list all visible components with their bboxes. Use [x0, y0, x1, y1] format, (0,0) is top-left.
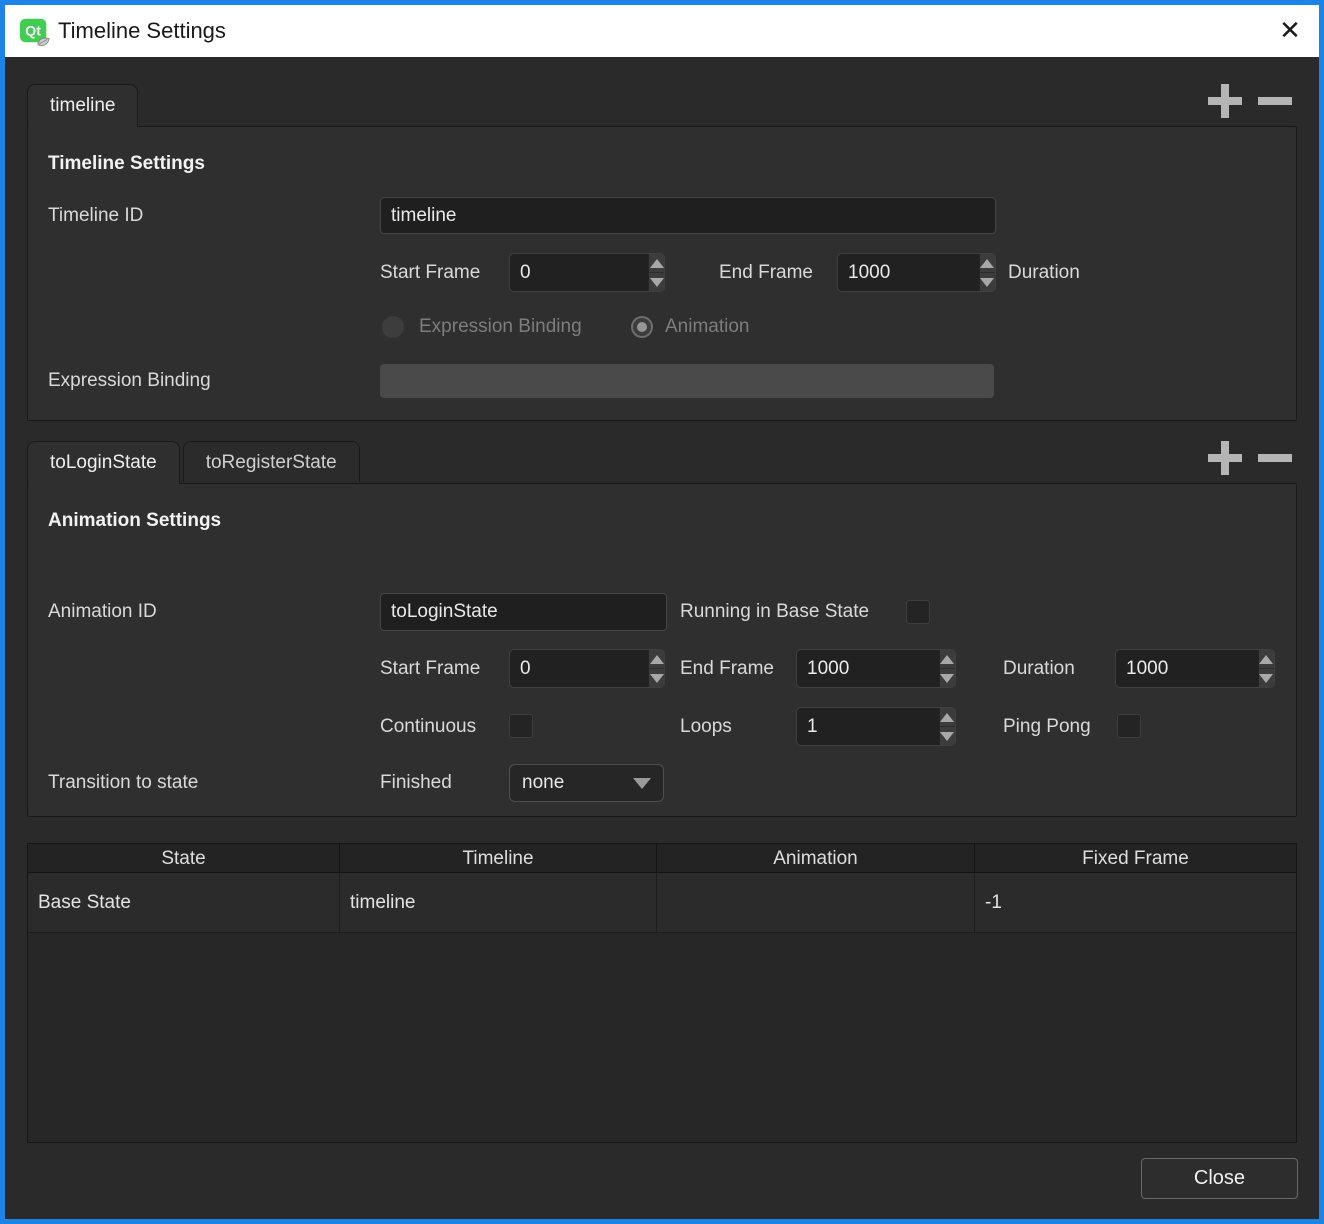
anim-duration-input[interactable] [1116, 650, 1258, 687]
down-arrow-icon [650, 278, 664, 287]
loops-input[interactable] [797, 708, 939, 745]
animation-tabbar: toLoginState toRegisterState [27, 441, 363, 484]
animation-id-label: Animation ID [48, 593, 157, 631]
up-arrow-icon [650, 259, 664, 268]
cell-timeline: timeline [340, 873, 657, 933]
start-frame-spin-down[interactable] [649, 273, 664, 291]
close-button[interactable]: Close [1141, 1158, 1298, 1199]
continuous-label: Continuous [380, 707, 476, 746]
tab-tologinstate[interactable]: toLoginState [27, 441, 180, 484]
continuous-checkbox[interactable] [509, 714, 533, 738]
start-frame-spinbox [509, 253, 665, 292]
start-frame-spin-up[interactable] [649, 254, 664, 273]
column-header-state[interactable]: State [28, 844, 340, 873]
end-frame-spinbox [837, 253, 996, 292]
table-header-row: State Timeline Animation Fixed Frame [28, 844, 1296, 873]
anim-start-frame-input[interactable] [510, 650, 648, 687]
animation-radio[interactable] [631, 316, 653, 338]
down-arrow-icon [940, 674, 954, 683]
minus-icon [1258, 97, 1292, 105]
window-title: Timeline Settings [58, 5, 226, 57]
column-header-fixed-frame[interactable]: Fixed Frame [975, 844, 1296, 873]
anim-end-frame-spin-down[interactable] [940, 669, 955, 687]
anim-end-frame-spinbox [796, 649, 956, 688]
cell-animation [657, 873, 975, 933]
up-arrow-icon [1259, 655, 1273, 664]
column-header-timeline[interactable]: Timeline [340, 844, 657, 873]
expression-binding-input[interactable] [380, 364, 994, 398]
end-frame-label: End Frame [719, 253, 813, 292]
add-timeline-button[interactable] [1203, 82, 1247, 120]
up-arrow-icon [940, 655, 954, 664]
anim-start-frame-label: Start Frame [380, 649, 480, 688]
anim-start-frame-spin-up[interactable] [649, 650, 664, 669]
animation-settings-panel: Animation Settings Animation ID Running … [27, 483, 1297, 817]
down-arrow-icon [650, 674, 664, 683]
anim-duration-spinbox [1115, 649, 1275, 688]
loops-spin-up[interactable] [940, 708, 955, 727]
window-close-icon[interactable]: ✕ [1261, 5, 1319, 57]
anim-start-frame-spinbox [509, 649, 665, 688]
loops-label: Loops [680, 707, 732, 746]
loops-spinbox [796, 707, 956, 746]
dropdown-arrow-icon [633, 778, 651, 789]
expression-binding-label: Expression Binding [48, 364, 211, 398]
add-animation-button[interactable] [1203, 439, 1247, 477]
qt-app-icon: Qt [19, 15, 51, 47]
anim-end-frame-input[interactable] [797, 650, 939, 687]
column-header-animation[interactable]: Animation [657, 844, 975, 873]
down-arrow-icon [980, 278, 994, 287]
remove-animation-button[interactable] [1253, 439, 1297, 477]
anim-duration-spin-down[interactable] [1259, 669, 1274, 687]
end-frame-spin-down[interactable] [980, 273, 995, 291]
dialog-content: timeline Timeline Settings Timeline ID S… [5, 57, 1319, 1219]
anim-duration-label: Duration [1003, 649, 1075, 688]
cell-state: Base State [28, 873, 340, 933]
loops-spin-down[interactable] [940, 727, 955, 745]
anim-end-frame-label: End Frame [680, 649, 774, 688]
anim-start-frame-spin-down[interactable] [649, 669, 664, 687]
animation-radio-label: Animation [665, 316, 750, 338]
start-frame-label: Start Frame [380, 253, 480, 292]
anim-end-frame-spin-up[interactable] [940, 650, 955, 669]
timeline-settings-panel: Timeline Settings Timeline ID Start Fram… [27, 126, 1297, 421]
expression-binding-radio[interactable] [382, 316, 404, 338]
end-frame-input[interactable] [838, 254, 979, 291]
table-row[interactable]: Base State timeline -1 [28, 873, 1296, 933]
remove-timeline-button[interactable] [1253, 82, 1297, 120]
tab-timeline[interactable]: timeline [27, 84, 138, 127]
timeline-settings-heading: Timeline Settings [48, 153, 205, 175]
tab-toregisterstate[interactable]: toRegisterState [183, 441, 360, 482]
anim-duration-spin-up[interactable] [1259, 650, 1274, 669]
end-frame-spin-up[interactable] [980, 254, 995, 273]
running-in-base-state-checkbox[interactable] [906, 600, 930, 624]
timeline-tabbar: timeline [27, 84, 141, 127]
ping-pong-checkbox[interactable] [1117, 714, 1141, 738]
timeline-id-label: Timeline ID [48, 197, 143, 234]
animation-settings-heading: Animation Settings [48, 510, 221, 532]
cell-fixed-frame: -1 [975, 873, 1296, 933]
timeline-settings-dialog: Qt Timeline Settings ✕ timeline Timeline… [0, 0, 1324, 1224]
titlebar: Qt Timeline Settings ✕ [5, 5, 1319, 57]
timeline-id-input[interactable] [380, 197, 996, 234]
minus-icon [1258, 454, 1292, 462]
up-arrow-icon [980, 259, 994, 268]
states-table: State Timeline Animation Fixed Frame Bas… [27, 843, 1297, 1143]
animation-id-input[interactable] [380, 593, 667, 631]
down-arrow-icon [940, 732, 954, 741]
finished-select[interactable]: none [509, 764, 664, 802]
running-in-base-state-label: Running in Base State [680, 593, 869, 631]
transition-to-state-label: Transition to state [48, 764, 198, 802]
up-arrow-icon [650, 655, 664, 664]
finished-select-value: none [510, 772, 633, 794]
svg-text:Qt: Qt [25, 23, 41, 39]
start-frame-input[interactable] [510, 254, 648, 291]
expression-binding-radio-label: Expression Binding [419, 316, 582, 338]
ping-pong-label: Ping Pong [1003, 707, 1091, 746]
duration-label: Duration [1008, 253, 1080, 292]
finished-label: Finished [380, 764, 452, 802]
down-arrow-icon [1259, 674, 1273, 683]
up-arrow-icon [940, 713, 954, 722]
